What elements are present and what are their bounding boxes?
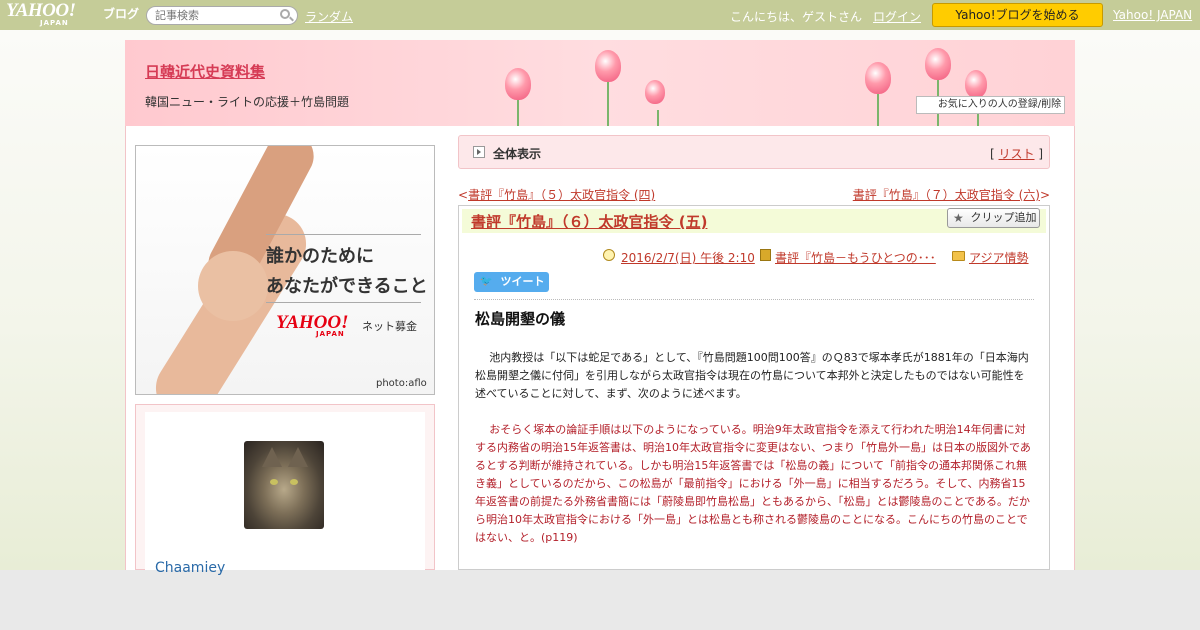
- list-link[interactable]: リスト: [999, 147, 1035, 161]
- top-bar: YAHOO! JAPAN ブログ ランダム こんにちは、ゲストさん ログイン Y…: [0, 0, 1200, 30]
- ad-text-line1: 誰かのために: [266, 246, 374, 267]
- list-bracket-open: [: [990, 147, 999, 161]
- star-icon: ★: [953, 211, 964, 225]
- ad-photo-credit: photo:aflo: [376, 378, 427, 389]
- article-body-heading: 松島開墾の儀: [475, 310, 566, 328]
- arrow-right-icon: [473, 146, 485, 158]
- blog-title[interactable]: 日韓近代史資料集: [145, 61, 265, 82]
- ad-text-line2: あなたができること: [266, 276, 428, 297]
- random-link[interactable]: ランダム: [305, 8, 353, 25]
- logo-blog: ブログ: [103, 7, 140, 21]
- greeting-text: こんにちは、ゲストさん: [730, 10, 863, 24]
- logo-yahoo: YAHOO!: [6, 0, 76, 21]
- next-article: 書評『竹島』（７）太政官指令 (六)>: [853, 186, 1050, 203]
- netbokin-ad-banner[interactable]: 誰かのために あなたができること YAHOO! JAPAN ネット募金 phot…: [135, 145, 435, 395]
- article-title[interactable]: 書評『竹島』（６）太政官指令 (五): [471, 211, 707, 232]
- twitter-bird-icon: 🐦: [480, 276, 493, 287]
- ad-divider: [266, 234, 421, 235]
- start-blog-button[interactable]: Yahoo!ブログを始める: [932, 3, 1103, 27]
- ad-yahoo-logo-sub: JAPAN: [316, 330, 345, 338]
- profile-name-link[interactable]: Chaamiey: [155, 560, 225, 576]
- prev-article: <書評『竹島』（５）太政官指令 (四): [458, 186, 655, 203]
- article-paragraph-1: 池内教授は「以下は蛇足である」として、『竹島問題100問100答』のＱ83で塚本…: [475, 351, 1029, 400]
- clock-icon: [603, 249, 615, 261]
- article-paragraph-2: おそらく塚本の論証手順は以下のようになっている。明治9年太政官指令を添えて行われ…: [475, 423, 1031, 544]
- article-category-link[interactable]: アジア情勢: [969, 249, 1029, 266]
- next-article-link[interactable]: 書評『竹島』（７）太政官指令 (六): [853, 188, 1040, 202]
- next-arrow: >: [1039, 188, 1050, 202]
- article-book-link[interactable]: 書評『竹島－もうひとつの･･･: [775, 249, 936, 266]
- favorite-register-button[interactable]: お気に入りの人の登録/削除: [916, 96, 1065, 114]
- search-input[interactable]: [146, 6, 298, 25]
- blog-subtitle: 韓国ニュー・ライトの応援＋竹島問題: [145, 95, 350, 109]
- bottom-bar: [0, 570, 1200, 630]
- login-link[interactable]: ログイン: [873, 8, 921, 25]
- avatar[interactable]: [244, 441, 324, 529]
- all-view-bar: [458, 135, 1050, 169]
- list-bracket-close: ]: [1034, 147, 1044, 161]
- prev-arrow: <: [458, 188, 469, 202]
- article-date-link[interactable]: 2016/2/7(日) 午後 2:10: [621, 249, 755, 266]
- all-view-label[interactable]: 全体表示: [493, 145, 541, 162]
- search-icon[interactable]: [280, 9, 290, 19]
- hand-illustration: [198, 251, 268, 321]
- ad-divider: [266, 302, 421, 303]
- list-link-wrapper: [ リスト ]: [990, 145, 1043, 162]
- prev-article-link[interactable]: 書評『竹島』（５）太政官指令 (四): [468, 188, 655, 202]
- article-divider: [474, 299, 1034, 300]
- yahoo-blog-logo[interactable]: YAHOO! JAPAN ブログ: [6, 0, 140, 28]
- logo-japan: JAPAN: [40, 19, 69, 27]
- yahoo-japan-link[interactable]: Yahoo! JAPAN: [1113, 8, 1192, 22]
- book-icon: [760, 249, 771, 261]
- folder-icon: [952, 251, 965, 261]
- ad-service-name: ネット募金: [362, 320, 417, 333]
